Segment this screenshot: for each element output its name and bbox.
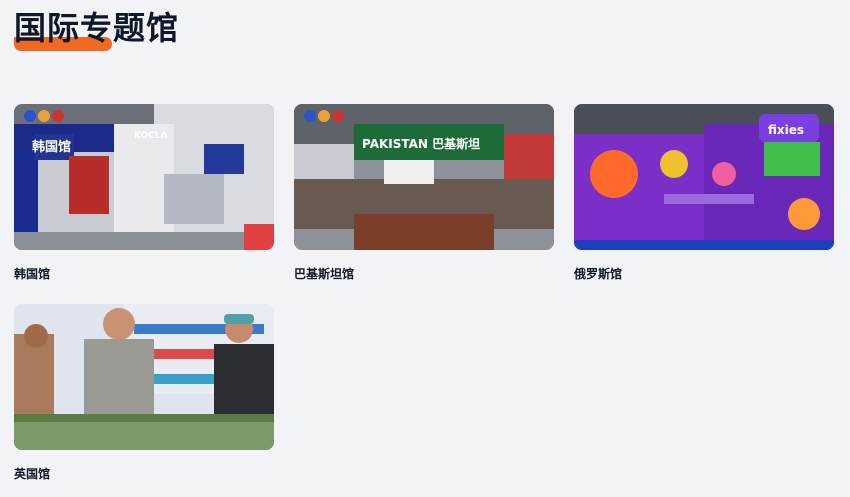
pavilion-label-pakistan[interactable]: 巴基斯坦馆 xyxy=(294,267,554,281)
pavilion-label-uk[interactable]: 英国馆 xyxy=(14,467,274,481)
booth-brand-russia: fixies xyxy=(768,123,804,137)
pavilion-card-korea[interactable]: 韩国馆 KOCLA 韩国馆 xyxy=(14,104,274,281)
pavilion-card-pakistan[interactable]: PAKISTAN 巴基斯坦 巴基斯坦馆 xyxy=(294,104,554,281)
page-title: 国际专题馆 xyxy=(14,9,180,47)
pavilion-image-pakistan[interactable]: PAKISTAN 巴基斯坦 xyxy=(294,104,554,250)
booth-sign-korea: 韩国馆 xyxy=(32,139,71,155)
pavilion-label-russia[interactable]: 俄罗斯馆 xyxy=(574,267,834,281)
pavilion-card-russia[interactable]: fixies 俄罗斯馆 xyxy=(574,104,834,281)
pavilion-image-russia[interactable]: fixies xyxy=(574,104,834,250)
pavilion-label-korea[interactable]: 韩国馆 xyxy=(14,267,274,281)
pavilion-image-uk[interactable] xyxy=(14,304,274,450)
pavilion-image-korea[interactable]: 韩国馆 KOCLA xyxy=(14,104,274,250)
booth-brand-korea: KOCLA xyxy=(134,131,168,141)
pavilion-card-uk[interactable]: 英国馆 xyxy=(14,304,274,481)
page-header: 国际专题馆 xyxy=(14,8,180,51)
booth-sign-pakistan: PAKISTAN 巴基斯坦 xyxy=(362,136,480,151)
